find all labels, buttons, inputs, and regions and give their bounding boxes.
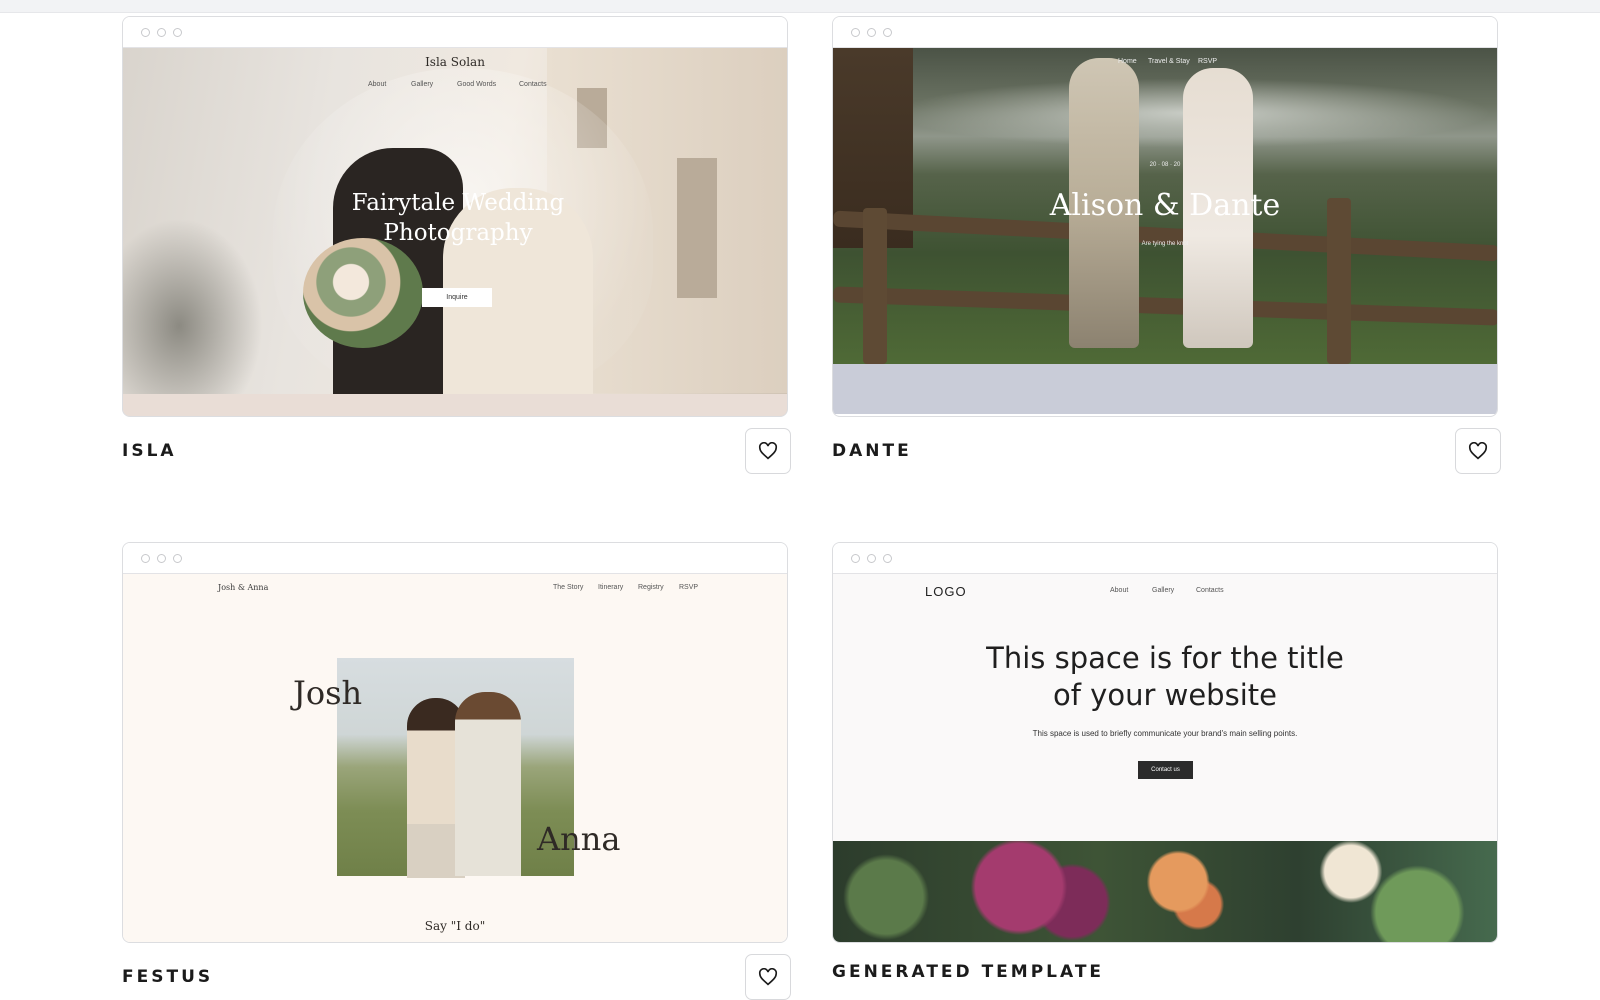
template-name: GENERATED TEMPLATE bbox=[832, 962, 1105, 982]
preview-logo: LOGO bbox=[925, 584, 967, 599]
favorite-button[interactable] bbox=[745, 428, 791, 474]
window-dot-icon bbox=[851, 554, 860, 563]
browser-chrome bbox=[833, 17, 1497, 48]
template-preview: Isla Solan About Gallery Good Words Cont… bbox=[123, 48, 787, 416]
preview-subline: This space is used to briefly communicat… bbox=[1032, 729, 1298, 738]
template-name: FESTUS bbox=[122, 967, 214, 987]
nav-item: Registry bbox=[638, 584, 664, 591]
nav-item: RSVP bbox=[679, 584, 699, 591]
headline-line: This space is for the title bbox=[986, 641, 1344, 675]
preview-tagline: Say "I do" bbox=[424, 919, 486, 933]
preview-date: 20 · 08 · 20 bbox=[1149, 162, 1181, 168]
site-title: Isla Solan bbox=[425, 55, 485, 69]
preview-name-left: Josh bbox=[293, 674, 363, 712]
nav-item: Itinerary bbox=[598, 584, 624, 591]
favorite-button[interactable] bbox=[745, 954, 791, 1000]
window-dot-icon bbox=[173, 28, 182, 37]
browser-chrome bbox=[123, 17, 787, 48]
template-preview: Josh & Anna The Story Itinerary Registry… bbox=[123, 574, 787, 942]
window-dot-icon bbox=[851, 28, 860, 37]
bouquet-image bbox=[303, 238, 423, 348]
nav-item: Gallery bbox=[411, 81, 434, 88]
template-preview-frame[interactable]: LOGO About Gallery Contacts This space i… bbox=[832, 542, 1498, 943]
template-name: ISLA bbox=[122, 441, 177, 461]
site-title: Josh & Anna bbox=[218, 583, 269, 592]
window-dot-icon bbox=[141, 28, 150, 37]
flowers-image bbox=[833, 841, 1497, 942]
preview-subline: Are tying the knot bbox=[1141, 241, 1189, 247]
template-preview-frame[interactable]: Isla Solan About Gallery Good Words Cont… bbox=[122, 16, 788, 417]
top-bar bbox=[0, 0, 1600, 13]
preview-headline: Fairytale Wedding Photography bbox=[351, 190, 565, 246]
nav-item: Home bbox=[1118, 58, 1137, 65]
heart-icon bbox=[1468, 442, 1488, 460]
inquire-button: Inquire bbox=[422, 288, 492, 307]
nav-item: About bbox=[1110, 587, 1129, 594]
nav-item: Good Words bbox=[457, 81, 497, 88]
window-dot-icon bbox=[867, 554, 876, 563]
preview-headline: This space is for the title of your webs… bbox=[833, 640, 1497, 714]
nav-item: RSVP bbox=[1198, 58, 1218, 65]
window-dot-icon bbox=[173, 554, 182, 563]
window-dot-icon bbox=[157, 28, 166, 37]
nav-item: Contacts bbox=[1196, 587, 1224, 594]
template-preview-frame[interactable]: Josh & Anna The Story Itinerary Registry… bbox=[122, 542, 788, 943]
nav-item: The Story bbox=[553, 584, 584, 591]
contact-button: Contact us bbox=[1138, 761, 1193, 779]
heart-icon bbox=[758, 968, 778, 986]
preview-name-right: Anna bbox=[537, 820, 621, 858]
headline-line: of your website bbox=[1053, 678, 1277, 712]
window-dot-icon bbox=[883, 28, 892, 37]
window-dot-icon bbox=[883, 554, 892, 563]
preview-headline: Alison & Dante bbox=[1049, 188, 1281, 223]
template-preview: Home Travel & Stay RSVP 20 · 08 · 20 Ali… bbox=[833, 48, 1497, 416]
heart-icon bbox=[758, 442, 778, 460]
nav-item: Contacts bbox=[519, 81, 547, 88]
template-preview: LOGO About Gallery Contacts This space i… bbox=[833, 574, 1497, 942]
window-dot-icon bbox=[141, 554, 150, 563]
browser-chrome bbox=[123, 543, 787, 574]
window-dot-icon bbox=[157, 554, 166, 563]
favorite-button[interactable] bbox=[1455, 428, 1501, 474]
template-name: DANTE bbox=[832, 441, 912, 461]
nav-item: About bbox=[368, 81, 387, 88]
browser-chrome bbox=[833, 543, 1497, 574]
window-dot-icon bbox=[867, 28, 876, 37]
nav-item: Travel & Stay bbox=[1148, 58, 1190, 65]
nav-item: Gallery bbox=[1152, 587, 1175, 594]
template-preview-frame[interactable]: Home Travel & Stay RSVP 20 · 08 · 20 Ali… bbox=[832, 16, 1498, 417]
